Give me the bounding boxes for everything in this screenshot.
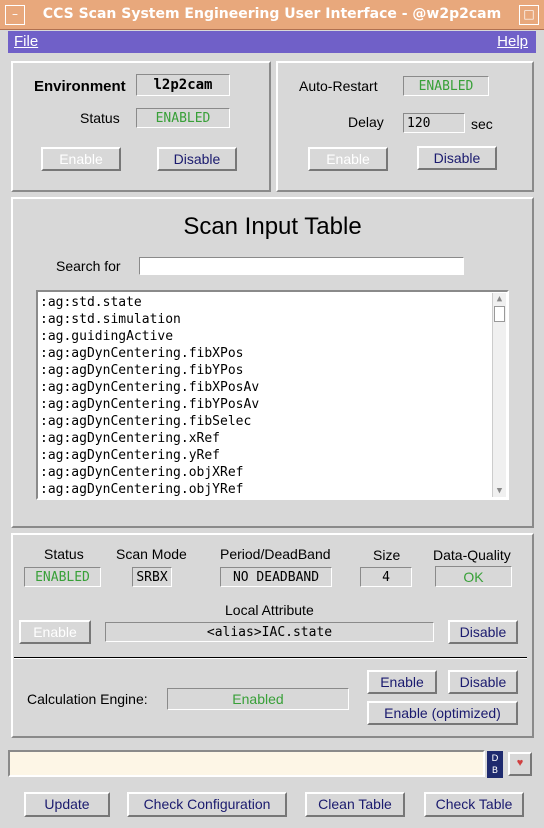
attr-status-value: ENABLED	[24, 567, 101, 587]
auto-restart-label: Auto-Restart	[299, 78, 378, 94]
delay-label: Delay	[348, 114, 384, 130]
search-input[interactable]	[139, 257, 464, 275]
calc-engine-label: Calculation Engine:	[27, 691, 148, 707]
quality-value: OK	[435, 566, 512, 587]
menu-file[interactable]: File	[14, 33, 38, 50]
calc-engine-value: Enabled	[167, 688, 349, 710]
local-attr-value: <alias>IAC.state	[105, 622, 434, 642]
menu-help[interactable]: Help	[497, 33, 528, 50]
window-maximize-icon[interactable]: □	[519, 5, 539, 25]
size-value: 4	[360, 567, 412, 587]
db-badge-label: DB	[491, 754, 499, 776]
menu-bar: File Help	[8, 31, 536, 53]
check-table-button[interactable]: Check Table	[424, 792, 524, 817]
check-configuration-button[interactable]: Check Configuration	[127, 792, 287, 817]
list-item[interactable]: :ag.guidingActive	[38, 328, 489, 345]
scan-mode-value: SRBX	[132, 567, 172, 587]
window-title: CCS Scan System Engineering User Interfa…	[42, 6, 502, 22]
list-item[interactable]: :ag:agDynCentering.fibXPos	[38, 345, 489, 362]
attr-enable-button[interactable]: Enable	[19, 620, 91, 644]
auto-restart-value: ENABLED	[403, 76, 489, 96]
scroll-up-icon[interactable]: ▲	[494, 293, 505, 305]
search-label: Search for	[56, 258, 121, 274]
scan-list: :ag:std.state:ag:std.simulation:ag.guidi…	[36, 290, 509, 500]
environment-value: l2p2cam	[136, 74, 230, 96]
period-value: NO DEADBAND	[220, 567, 332, 587]
title-bar: – CCS Scan System Engineering User Inter…	[0, 0, 544, 30]
attr-status-label: Status	[44, 546, 84, 562]
list-item[interactable]: :ag:agDynCentering.yRef	[38, 447, 489, 464]
update-button[interactable]: Update	[24, 792, 110, 817]
size-label: Size	[373, 547, 401, 563]
calc-enable-optimized-button[interactable]: Enable (optimized)	[367, 701, 518, 725]
environment-label: Environment	[34, 78, 126, 95]
env-disable-button[interactable]: Disable	[157, 147, 237, 171]
separator	[14, 657, 527, 659]
delay-unit: sec	[471, 116, 493, 132]
env-enable-button[interactable]: Enable	[41, 147, 121, 171]
scan-mode-label: Scan Mode	[116, 546, 187, 562]
db-badge-icon[interactable]: DB	[487, 751, 503, 778]
list-item[interactable]: :ag:agDynCentering.objYRef	[38, 481, 489, 498]
env-status-label: Status	[80, 110, 120, 126]
calc-enable-button[interactable]: Enable	[367, 670, 437, 694]
command-input[interactable]	[8, 750, 485, 777]
list-item[interactable]: :ag:agDynCentering.fibSelec	[38, 413, 489, 430]
restart-disable-button[interactable]: Disable	[417, 146, 497, 170]
dropdown-heart-icon[interactable]: ♥	[508, 752, 532, 776]
list-item[interactable]: :ag:agDynCentering.fibYPos	[38, 362, 489, 379]
quality-label: Data-Quality	[433, 547, 511, 563]
list-scrollbar[interactable]: ▲ ▼	[492, 293, 506, 497]
list-item[interactable]: :ag:agDynCentering.fibYPosAv	[38, 396, 489, 413]
list-item[interactable]: :ag:std.simulation	[38, 311, 489, 328]
scroll-thumb[interactable]	[494, 306, 505, 322]
attr-disable-button[interactable]: Disable	[448, 620, 518, 644]
period-label: Period/DeadBand	[220, 546, 331, 562]
list-item[interactable]: :ag:agDynCentering.objXRef	[38, 464, 489, 481]
list-item[interactable]: :ag:std.state	[38, 294, 489, 311]
list-item[interactable]: :ag:agDynCentering.xRef	[38, 430, 489, 447]
list-item[interactable]: :ag:agDynCentering.fibXPosAv	[38, 379, 489, 396]
env-status-value: ENABLED	[136, 108, 230, 128]
scroll-down-icon[interactable]: ▼	[494, 485, 505, 497]
clean-table-button[interactable]: Clean Table	[305, 792, 405, 817]
local-attr-label: Local Attribute	[225, 602, 314, 618]
delay-input[interactable]: 120	[403, 113, 465, 133]
calc-disable-button[interactable]: Disable	[448, 670, 518, 694]
scan-table-title: Scan Input Table	[183, 213, 362, 240]
restart-enable-button[interactable]: Enable	[308, 147, 388, 171]
